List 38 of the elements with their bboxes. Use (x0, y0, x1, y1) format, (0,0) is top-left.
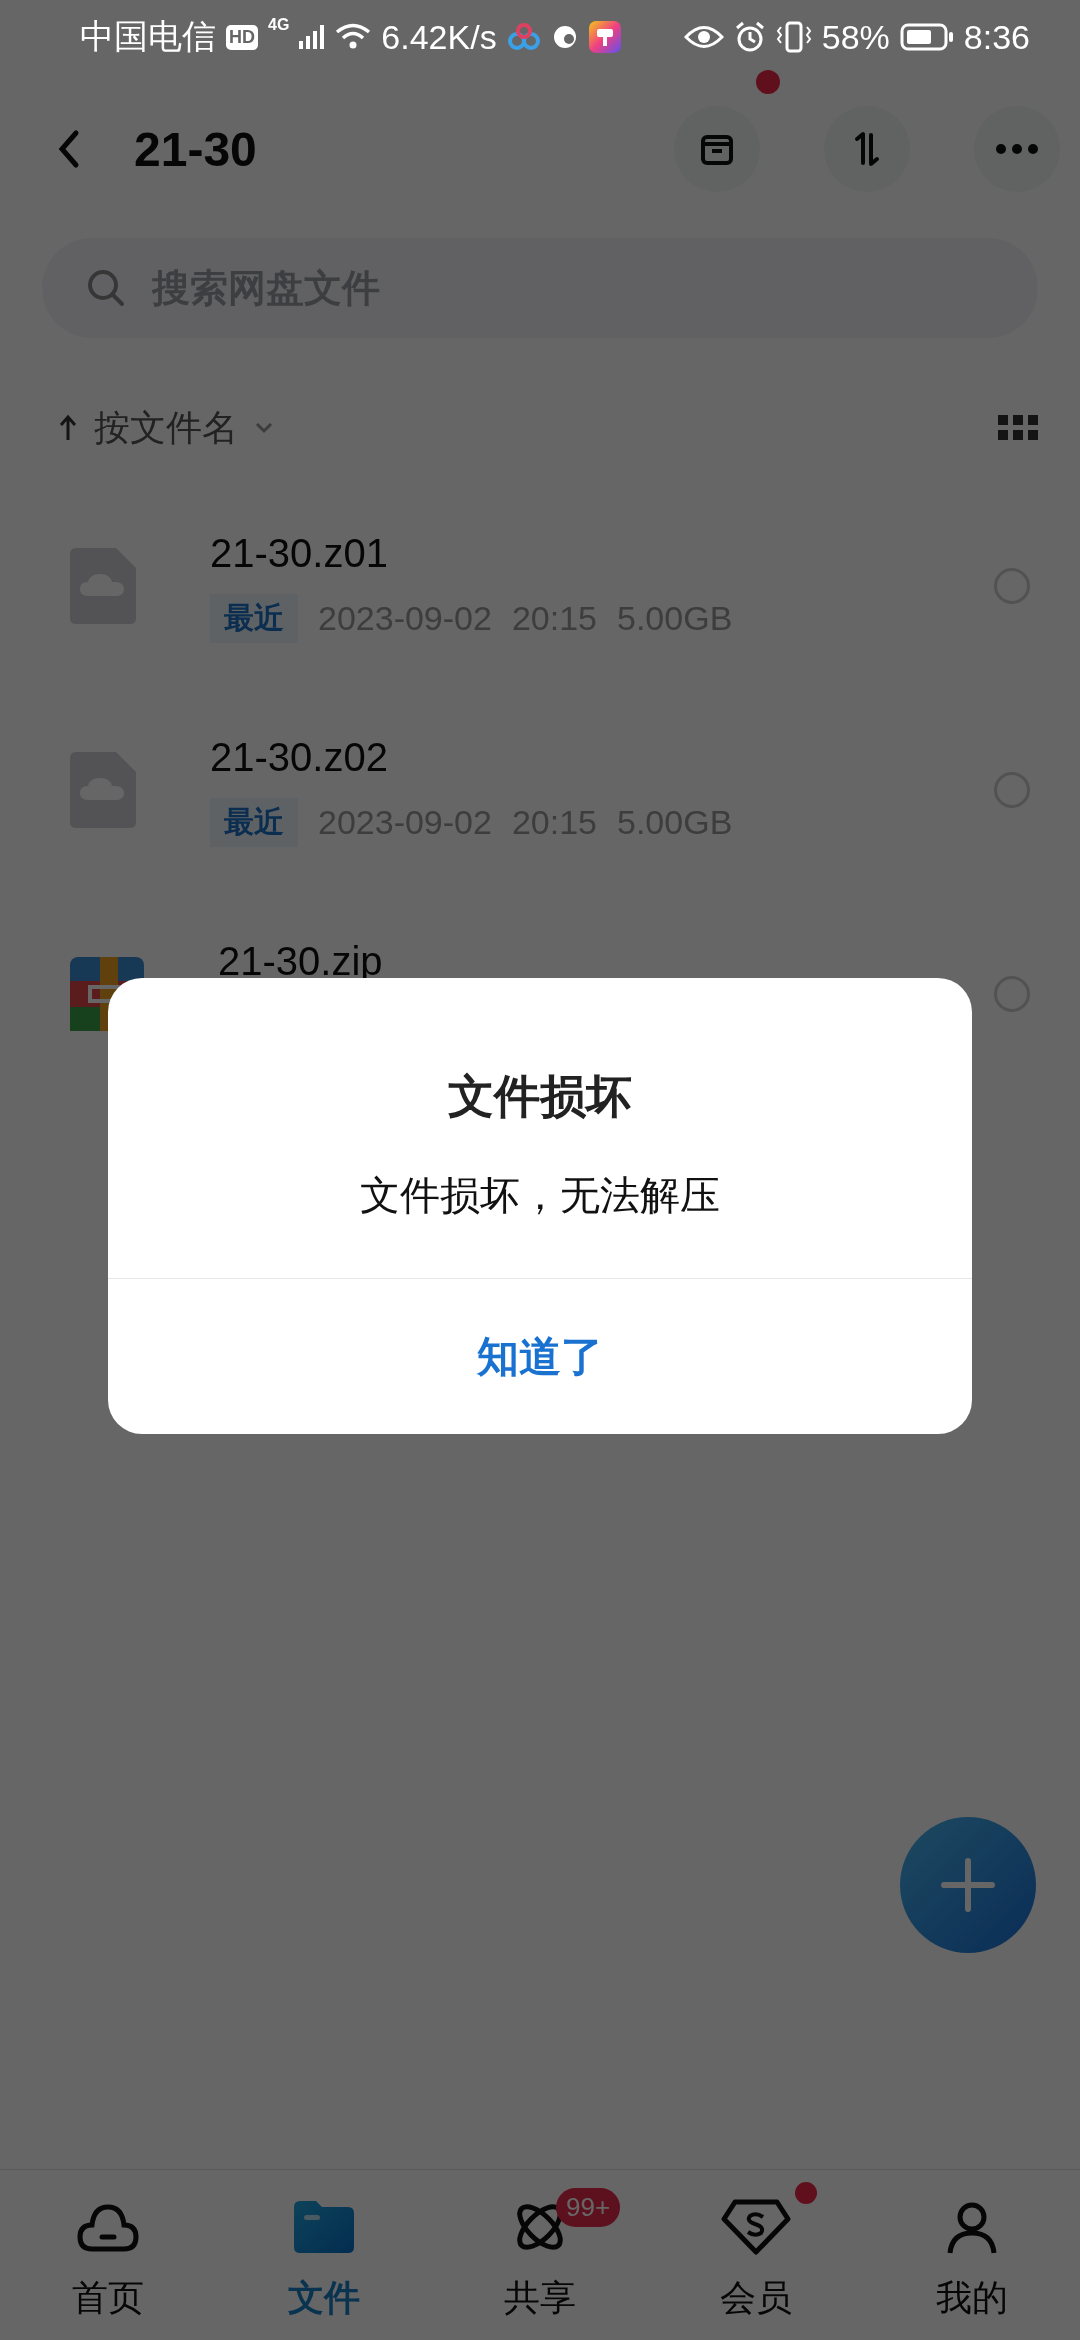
nav-tab[interactable]: 我的 (864, 2170, 1080, 2340)
plus-icon (940, 1857, 996, 1913)
sort-button[interactable]: 按文件名 (58, 403, 274, 453)
carrier-text: 中国电信 (80, 16, 216, 57)
recent-tag: 最近 (210, 798, 298, 847)
nav-tab[interactable]: 会员 (648, 2170, 864, 2340)
search-icon (86, 268, 126, 308)
signal-icon (299, 25, 326, 49)
folder-icon (294, 2201, 354, 2253)
hd-icon: HD (226, 24, 258, 50)
diamond-s-icon (721, 2199, 791, 2255)
count-badge: 99+ (556, 2188, 621, 2227)
wifi-icon (335, 23, 372, 51)
grid-view-icon[interactable] (998, 415, 1038, 441)
clock-text: 8:36 (963, 17, 1030, 57)
up-arrow-icon (58, 414, 78, 442)
nav-tab[interactable]: 文件 (216, 2170, 432, 2340)
speed-text: 6.42K/s (381, 17, 497, 57)
vibrate-icon (775, 21, 812, 53)
battery-percent: 58% (821, 17, 890, 57)
dialog-message: 文件损坏，无法解压 (360, 1172, 720, 1219)
folder-title: 21-30 (134, 121, 257, 177)
app-icon (506, 23, 541, 51)
recent-tag: 最近 (210, 594, 298, 643)
nav-tab[interactable]: 首页 (0, 2170, 216, 2340)
more-icon (995, 143, 1039, 155)
eye-icon (683, 24, 724, 50)
app-icon (588, 21, 621, 53)
nav-tab[interactable]: 99+ 共享 (432, 2170, 648, 2340)
network-text: 4G (268, 16, 290, 34)
file-name: 21-30.zip (218, 939, 384, 984)
battery-icon (899, 23, 954, 51)
file-name: 21-30.z02 (210, 735, 389, 780)
confirm-button[interactable]: 知道了 (108, 1278, 972, 1434)
file-name: 21-30.z01 (210, 531, 389, 576)
dialog-title: 文件损坏 (448, 1069, 632, 1124)
chevron-down-icon (254, 421, 274, 435)
alarm-icon (733, 21, 766, 53)
